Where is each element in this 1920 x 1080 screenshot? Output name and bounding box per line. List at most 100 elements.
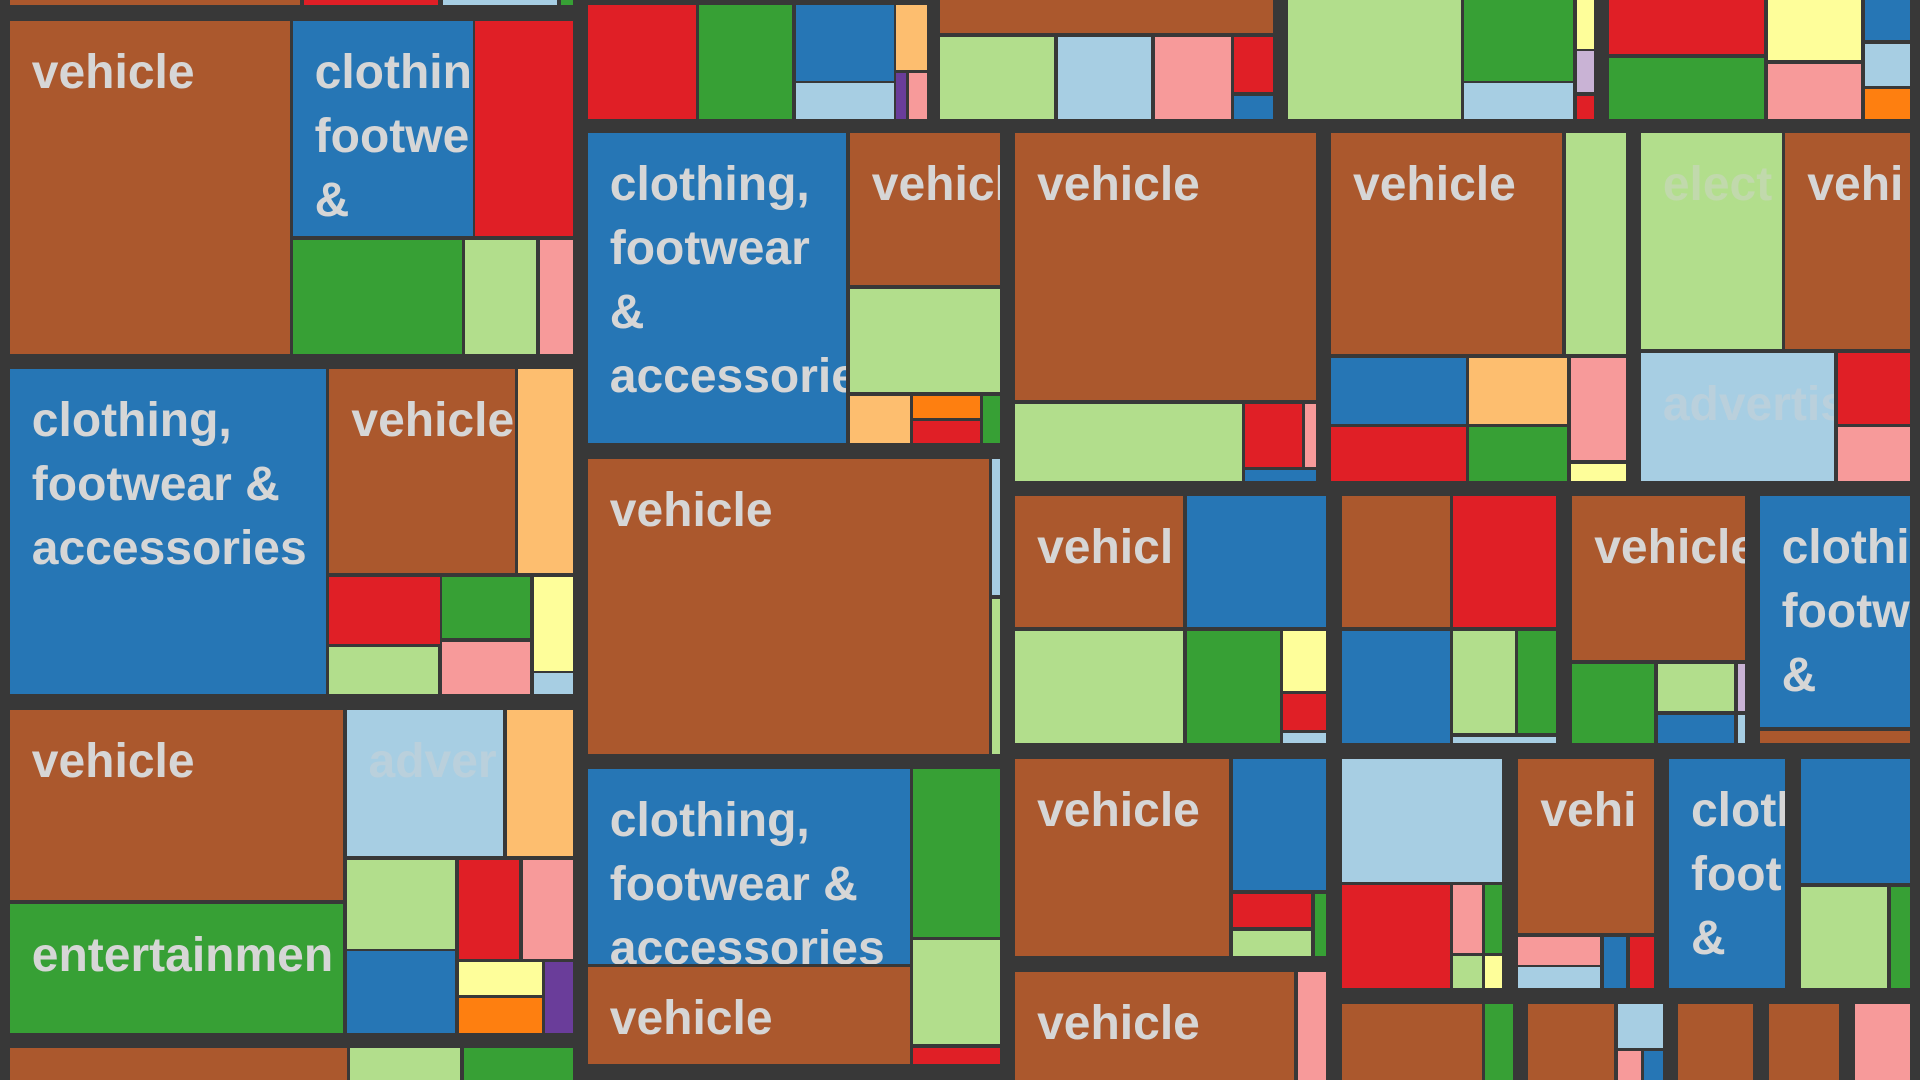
treemap-cell-entertainment[interactable] [560,0,574,5]
treemap-cell-electronics[interactable] [1288,0,1461,119]
treemap-cell-advertising[interactable] [443,0,558,5]
treemap-cell-vehicle[interactable] [1759,731,1911,744]
treemap-cell-entertainment[interactable] [1890,886,1911,989]
treemap-cell-orange[interactable] [506,710,574,856]
treemap-cell-advertising[interactable] [1518,967,1601,989]
treemap-cell-entertainment[interactable] [1485,1004,1514,1080]
treemap-cell-entertainment[interactable] [1186,630,1280,744]
treemap-cell-lavender[interactable] [1737,663,1745,712]
treemap-cell-vehicle[interactable]: vehicle [9,20,291,354]
treemap-cell-entertainment[interactable] [442,576,531,638]
treemap-cell-vehicle[interactable]: vehi [1518,759,1655,934]
treemap-cell-red[interactable] [1577,95,1595,119]
treemap-cell-entertainment[interactable] [1572,663,1655,744]
treemap-cell-electronics[interactable] [1015,404,1242,482]
treemap-cell-red[interactable] [459,859,520,959]
treemap-cell-red[interactable] [1331,427,1466,482]
treemap-cell-red[interactable] [1608,0,1765,54]
treemap-cell-pink[interactable] [908,73,927,119]
treemap-cell-red[interactable] [913,1048,1001,1065]
treemap-cell-orange[interactable] [849,395,910,444]
treemap-cell-purple[interactable] [896,73,907,119]
treemap-cell-pink[interactable] [442,641,531,695]
treemap-cell-vehicle[interactable] [1342,495,1450,627]
treemap-cell-electronics[interactable] [1801,886,1887,989]
treemap-cell-vehicle[interactable] [1342,1004,1482,1080]
treemap-cell-advertising[interactable] [991,459,1001,596]
treemap-cell-clothing-footwear-accessories[interactable] [346,951,456,1034]
treemap-cell-red[interactable] [913,421,980,444]
treemap-cell-entertainment[interactable] [913,768,1001,937]
treemap-cell-red[interactable] [303,0,439,5]
treemap-cell-clothing-footwear-accessories[interactable] [1801,759,1911,883]
treemap-cell-clothing-footwear-accessories[interactable] [1657,715,1734,744]
treemap-cell-advertising[interactable]: adver [346,710,504,856]
treemap-cell-advertising[interactable] [1057,36,1151,119]
treemap-cell-red[interactable] [1233,893,1312,927]
treemap-cell-electronics[interactable] [1015,630,1183,744]
treemap-cell-yellow[interactable] [1485,956,1503,989]
treemap-cell-purple[interactable] [544,962,574,1034]
treemap-cell-clothing-footwear-accessories[interactable]: clothing, footwear & accessorie [587,133,847,444]
treemap-cell-red[interactable] [1837,352,1911,424]
treemap-cell-orange[interactable] [1469,357,1568,424]
treemap-cell-advertising[interactable] [1342,759,1503,882]
treemap-cell-pink[interactable] [522,859,574,959]
treemap-cell-vehicle[interactable]: vehicle [1331,133,1563,354]
treemap-cell-orange[interactable] [517,368,574,574]
treemap-cell-clothing-footwear-accessories[interactable] [1234,95,1274,119]
treemap-cell-pink[interactable] [1154,36,1231,119]
treemap-cell-electronics[interactable] [346,859,456,949]
treemap-cell-dark-orange[interactable] [459,997,543,1034]
treemap-cell-vehicle[interactable] [9,0,300,5]
treemap-cell-electronics[interactable] [940,36,1055,119]
treemap-cell-electronics[interactable] [1453,630,1515,734]
treemap-cell-clothing-footwear-accessories[interactable] [1233,759,1327,891]
treemap-cell-vehicle[interactable]: vehicle [587,459,990,755]
treemap-cell-clothing-footwear-accessories[interactable] [1604,936,1627,989]
treemap-cell-clothing-footwear-accessories[interactable]: cloth foot & [1668,759,1786,989]
treemap-cell-advertising[interactable] [1737,715,1745,744]
treemap-cell-entertainment[interactable]: entertainmen [9,903,343,1034]
treemap-cell-electronics[interactable] [991,598,1001,755]
treemap-cell-advertising[interactable] [533,673,574,695]
treemap-cell-electronics[interactable] [1453,956,1482,989]
treemap-cell-pink[interactable] [1617,1050,1641,1080]
treemap-cell-electronics[interactable] [1233,930,1312,957]
treemap-cell-vehicle[interactable] [1528,1004,1614,1080]
treemap-cell-electronics[interactable] [913,940,1001,1045]
treemap-cell-vehicle[interactable] [1769,1004,1840,1080]
treemap-cell-lavender[interactable] [1577,51,1595,92]
treemap-cell-vehicle[interactable]: vehicle [1015,133,1317,401]
treemap-cell-electronics[interactable] [849,288,1001,392]
treemap-cell-clothing-footwear-accessories[interactable]: clothing, footwear & accessories [587,768,910,964]
treemap-cell-entertainment[interactable] [292,240,462,354]
treemap-cell-red[interactable] [587,4,696,119]
treemap-cell-clothing-footwear-accessories[interactable] [1864,0,1911,41]
treemap-cell-vehicle[interactable] [9,1048,347,1080]
treemap-cell-pink[interactable] [540,240,574,354]
treemap-cell-advertising[interactable] [1617,1004,1663,1049]
treemap-cell-advertising[interactable] [1864,44,1911,86]
treemap-cell-yellow[interactable] [1283,630,1327,691]
treemap-cell-pink[interactable] [1297,972,1327,1080]
treemap-cell-entertainment[interactable] [1608,57,1765,119]
treemap-cell-yellow[interactable] [1571,464,1627,482]
treemap-cell-advertising[interactable]: advertis [1640,352,1835,482]
treemap-cell-pink[interactable] [1837,427,1911,482]
treemap-cell-vehicle[interactable]: vehicle [329,368,516,574]
treemap-cell-entertainment[interactable] [1469,427,1568,482]
treemap-cell-orange[interactable] [896,4,927,70]
treemap-cell-red[interactable] [1234,36,1274,92]
treemap-cell-electronics[interactable] [1566,133,1627,354]
treemap-cell-vehicle[interactable] [940,0,1274,34]
treemap-cell-vehicle[interactable]: vehicle [1015,759,1230,957]
treemap-cell-clothing-footwear-accessories[interactable] [795,4,894,81]
treemap-cell-vehicle[interactable]: vehicl [1015,495,1183,627]
treemap-cell-electronics[interactable] [1657,663,1734,712]
treemap-cell-entertainment[interactable] [983,395,1001,444]
treemap-cell-clothing-footwear-accessories[interactable] [1342,630,1450,744]
treemap-cell-red[interactable] [1342,885,1450,989]
treemap-cell-clothing-footwear-accessories[interactable]: clothin footwe & [292,20,473,237]
treemap-cell-clothing-footwear-accessories[interactable] [1245,470,1317,482]
